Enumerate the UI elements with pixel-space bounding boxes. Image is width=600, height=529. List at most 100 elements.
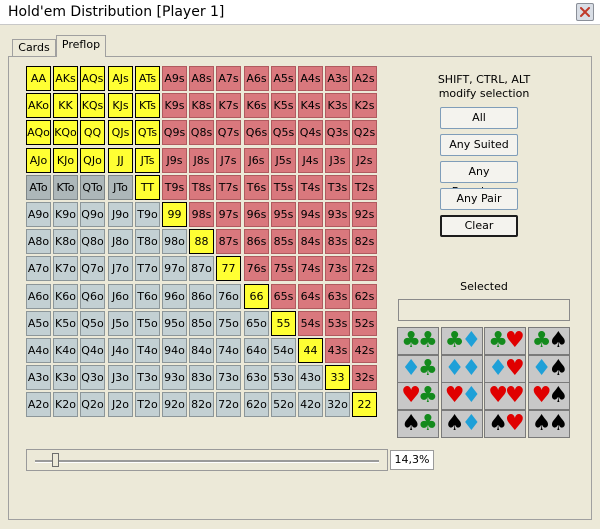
hand-cell-A5s[interactable]: A5s xyxy=(271,66,296,91)
hand-cell-65s[interactable]: 65s xyxy=(271,284,296,309)
hand-cell-K6s[interactable]: K6s xyxy=(244,93,269,118)
hand-cell-54o[interactable]: 54o xyxy=(271,338,296,363)
hand-cell-T5o[interactable]: T5o xyxy=(135,311,160,336)
hand-cell-Q6s[interactable]: Q6s xyxy=(244,120,269,145)
hand-cell-KTo[interactable]: KTo xyxy=(53,175,78,200)
hand-cell-KJo[interactable]: KJo xyxy=(53,148,78,173)
hand-cell-ATs[interactable]: ATs xyxy=(135,66,160,91)
hand-cell-85s[interactable]: 85s xyxy=(271,229,296,254)
hand-cell-43s[interactable]: 43s xyxy=(325,338,350,363)
hand-cell-Q5s[interactable]: Q5s xyxy=(271,120,296,145)
hand-cell-73o[interactable]: 73o xyxy=(216,365,241,390)
hand-cell-Q4s[interactable]: Q4s xyxy=(298,120,323,145)
hand-cell-Q3o[interactable]: Q3o xyxy=(80,365,105,390)
hand-cell-66[interactable]: 66 xyxy=(244,284,269,309)
hand-cell-64s[interactable]: 64s xyxy=(298,284,323,309)
hand-cell-AJo[interactable]: AJo xyxy=(26,148,51,173)
hand-cell-54s[interactable]: 54s xyxy=(298,311,323,336)
hand-cell-33[interactable]: 33 xyxy=(325,365,350,390)
hand-cell-73s[interactable]: 73s xyxy=(325,256,350,281)
suit-combo-club-heart[interactable]: ♣♥ xyxy=(484,327,526,355)
hand-cell-J4s[interactable]: J4s xyxy=(298,148,323,173)
hand-cell-KJs[interactable]: KJs xyxy=(108,93,133,118)
hand-cell-J8s[interactable]: J8s xyxy=(189,148,214,173)
hand-cell-AKs[interactable]: AKs xyxy=(53,66,78,91)
hand-cell-94o[interactable]: 94o xyxy=(162,338,187,363)
any-suited-button[interactable]: Any Suited xyxy=(440,134,518,156)
hand-cell-Q6o[interactable]: Q6o xyxy=(80,284,105,309)
hand-cell-84o[interactable]: 84o xyxy=(189,338,214,363)
hand-cell-96o[interactable]: 96o xyxy=(162,284,187,309)
hand-cell-95s[interactable]: 95s xyxy=(271,202,296,227)
hand-cell-JTo[interactable]: JTo xyxy=(108,175,133,200)
hand-cell-Q8s[interactable]: Q8s xyxy=(189,120,214,145)
hand-cell-A6o[interactable]: A6o xyxy=(26,284,51,309)
hand-cell-A2s[interactable]: A2s xyxy=(352,66,377,91)
hand-cell-TT[interactable]: TT xyxy=(135,175,160,200)
hand-cell-A3s[interactable]: A3s xyxy=(325,66,350,91)
suit-combo-heart-club[interactable]: ♥♣ xyxy=(397,382,439,410)
tab-preflop[interactable]: Preflop xyxy=(56,35,106,57)
hand-cell-T7s[interactable]: T7s xyxy=(216,175,241,200)
hand-cell-82o[interactable]: 82o xyxy=(189,392,214,417)
hand-cell-K9o[interactable]: K9o xyxy=(53,202,78,227)
hand-cell-Q3s[interactable]: Q3s xyxy=(325,120,350,145)
hand-cell-KQs[interactable]: KQs xyxy=(80,93,105,118)
suit-combo-club-diamond[interactable]: ♣♦ xyxy=(440,327,483,355)
suit-combo-spade-spade[interactable]: ♠♠ xyxy=(527,409,570,438)
hand-cell-A3o[interactable]: A3o xyxy=(26,365,51,390)
hand-cell-55[interactable]: 55 xyxy=(271,311,296,336)
hand-cell-KQo[interactable]: KQo xyxy=(53,120,78,145)
hand-cell-A8s[interactable]: A8s xyxy=(189,66,214,91)
hand-cell-K7s[interactable]: K7s xyxy=(216,93,241,118)
hand-cell-T7o[interactable]: T7o xyxy=(135,256,160,281)
hand-cell-K2o[interactable]: K2o xyxy=(53,392,78,417)
hand-cell-76o[interactable]: 76o xyxy=(216,284,241,309)
hand-cell-K9s[interactable]: K9s xyxy=(162,93,187,118)
hand-cell-J8o[interactable]: J8o xyxy=(108,229,133,254)
hand-cell-AQo[interactable]: AQo xyxy=(26,120,51,145)
hand-cell-43o[interactable]: 43o xyxy=(298,365,323,390)
hand-cell-85o[interactable]: 85o xyxy=(189,311,214,336)
hand-cell-96s[interactable]: 96s xyxy=(244,202,269,227)
range-slider[interactable] xyxy=(26,449,388,471)
hand-cell-AJs[interactable]: AJs xyxy=(108,66,133,91)
hand-cell-A9o[interactable]: A9o xyxy=(26,202,51,227)
hand-cell-Q7s[interactable]: Q7s xyxy=(216,120,241,145)
hand-cell-62o[interactable]: 62o xyxy=(244,392,269,417)
suit-combo-diamond-spade[interactable]: ♦♠ xyxy=(527,354,570,383)
hand-cell-KK[interactable]: KK xyxy=(53,93,78,118)
hand-cell-52o[interactable]: 52o xyxy=(271,392,296,417)
hand-cell-84s[interactable]: 84s xyxy=(298,229,323,254)
hand-cell-22[interactable]: 22 xyxy=(352,392,377,417)
hand-cell-86o[interactable]: 86o xyxy=(189,284,214,309)
hand-cell-QQ[interactable]: QQ xyxy=(80,120,105,145)
hand-cell-A4o[interactable]: A4o xyxy=(26,338,51,363)
hand-cell-Q9s[interactable]: Q9s xyxy=(162,120,187,145)
hand-cell-J7s[interactable]: J7s xyxy=(216,148,241,173)
hand-cell-Q7o[interactable]: Q7o xyxy=(80,256,105,281)
hand-cell-T8o[interactable]: T8o xyxy=(135,229,160,254)
hand-cell-72o[interactable]: 72o xyxy=(216,392,241,417)
hand-cell-52s[interactable]: 52s xyxy=(352,311,377,336)
suit-combo-spade-heart[interactable]: ♠♥ xyxy=(484,409,526,438)
hand-cell-74o[interactable]: 74o xyxy=(216,338,241,363)
hand-cell-99[interactable]: 99 xyxy=(162,202,187,227)
hand-cell-95o[interactable]: 95o xyxy=(162,311,187,336)
hand-cell-T8s[interactable]: T8s xyxy=(189,175,214,200)
hand-cell-32o[interactable]: 32o xyxy=(325,392,350,417)
hand-cell-T5s[interactable]: T5s xyxy=(271,175,296,200)
hand-cell-97o[interactable]: 97o xyxy=(162,256,187,281)
hand-cell-J3o[interactable]: J3o xyxy=(108,365,133,390)
hand-cell-K8s[interactable]: K8s xyxy=(189,93,214,118)
hand-cell-Q9o[interactable]: Q9o xyxy=(80,202,105,227)
hand-cell-J7o[interactable]: J7o xyxy=(108,256,133,281)
hand-cell-75o[interactable]: 75o xyxy=(216,311,241,336)
hand-cell-97s[interactable]: 97s xyxy=(216,202,241,227)
hand-cell-98s[interactable]: 98s xyxy=(189,202,214,227)
tab-cards[interactable]: Cards xyxy=(12,39,56,56)
hand-cell-76s[interactable]: 76s xyxy=(244,256,269,281)
hand-cell-64o[interactable]: 64o xyxy=(244,338,269,363)
hand-cell-T6s[interactable]: T6s xyxy=(244,175,269,200)
hand-cell-JJ[interactable]: JJ xyxy=(108,148,133,173)
